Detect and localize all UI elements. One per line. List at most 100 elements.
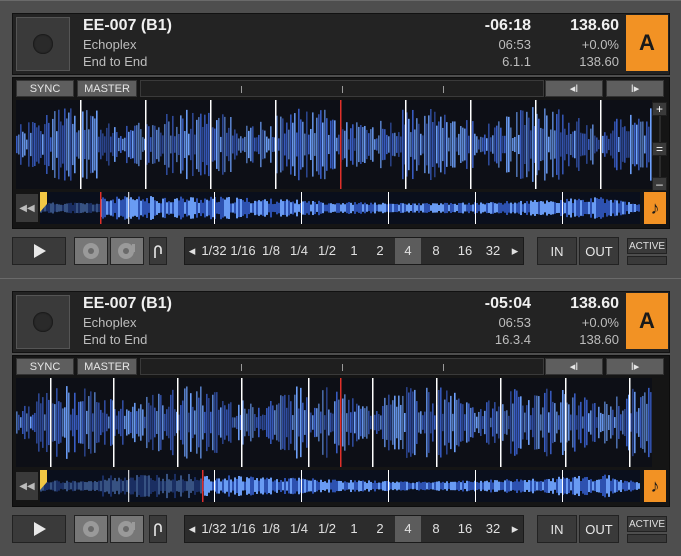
cover-placeholder-icon — [33, 312, 53, 332]
loop-size-1[interactable]: 1 — [341, 516, 367, 542]
zoom-in-button[interactable]: + — [652, 102, 667, 116]
loop-prev-button[interactable]: ◂ — [185, 516, 199, 542]
beatjump-back-button[interactable]: ◂I — [545, 80, 603, 97]
loop-active-button[interactable]: ACTIVE — [627, 238, 667, 254]
waveform-display[interactable] — [16, 378, 652, 467]
waveform-display[interactable] — [16, 100, 652, 189]
flux-button[interactable] — [149, 237, 167, 265]
master-button[interactable]: MASTER — [77, 358, 137, 375]
deck-letter[interactable]: A — [626, 15, 668, 71]
beat-marker — [113, 378, 115, 467]
grid-tick — [443, 364, 444, 371]
loop-size-1-16[interactable]: 1/16 — [229, 516, 257, 542]
cup-button[interactable] — [110, 237, 144, 265]
overview-beat-marker — [562, 192, 563, 224]
play-button[interactable] — [12, 237, 66, 265]
loop-size-2[interactable]: 2 — [367, 238, 393, 264]
overview-waveform[interactable] — [40, 192, 640, 224]
deck-letter[interactable]: A — [626, 293, 668, 349]
loop-out-button[interactable]: OUT — [579, 237, 619, 265]
beat-marker — [177, 378, 179, 467]
flux-button[interactable] — [149, 515, 167, 543]
loop-size-1-4[interactable]: 1/4 — [285, 516, 313, 542]
beatjump-forward-button[interactable]: I▸ — [606, 358, 664, 375]
loop-size-32[interactable]: 32 — [479, 516, 507, 542]
track-title: EE-007 (B1) — [83, 295, 172, 312]
beat-position: 6.1.1 — [502, 54, 531, 69]
cover-art[interactable] — [16, 295, 70, 349]
beat-marker — [405, 100, 407, 189]
beat-marker — [241, 378, 243, 467]
beatgrid-strip[interactable] — [140, 358, 544, 375]
grid-tick — [443, 86, 444, 93]
loop-size-8[interactable]: 8 — [423, 238, 449, 264]
loop-next-button[interactable]: ▸ — [507, 238, 523, 264]
loop-size-1-32[interactable]: 1/32 — [199, 516, 229, 542]
sync-button[interactable]: SYNC — [16, 358, 74, 375]
note-icon[interactable]: ♪ — [644, 470, 666, 502]
loop-size-1-16[interactable]: 1/16 — [229, 238, 257, 264]
loop-size-1-4[interactable]: 1/4 — [285, 238, 313, 264]
play-button[interactable] — [12, 515, 66, 543]
loop-size-bar: ◂ 1/32 1/16 1/8 1/4 1/2 1 2 4 8 16 32 ▸ — [184, 237, 524, 265]
loop-size-2[interactable]: 2 — [367, 516, 393, 542]
beat-marker — [470, 100, 472, 189]
overview-beat-marker — [388, 470, 389, 502]
overview-beat-marker — [214, 192, 215, 224]
loop-size-8[interactable]: 8 — [423, 516, 449, 542]
overview-beat-marker — [475, 470, 476, 502]
track-length: 06:53 — [498, 37, 531, 52]
rewind-icon[interactable]: ◀︎◀︎ — [16, 194, 38, 222]
loop-size-1-2[interactable]: 1/2 — [313, 516, 341, 542]
deck-a-top: EE-007 (B1) Echoplex End to End -06:18 0… — [0, 0, 681, 278]
beatgrid-strip[interactable] — [140, 80, 544, 97]
sync-button[interactable]: SYNC — [16, 80, 74, 97]
master-button[interactable]: MASTER — [77, 80, 137, 97]
beatjump-back-button[interactable]: ◂I — [545, 358, 603, 375]
zoom-reset-button[interactable]: = — [652, 142, 667, 156]
beat-marker — [210, 100, 212, 189]
loop-size-1[interactable]: 1 — [341, 238, 367, 264]
playhead-marker — [340, 378, 342, 467]
loop-size-1-8[interactable]: 1/8 — [257, 238, 285, 264]
cue-button[interactable] — [74, 515, 108, 543]
rewind-icon[interactable]: ◀︎◀︎ — [16, 472, 38, 500]
tempo-bpm: 138.60 — [570, 295, 619, 312]
loop-active-toggle[interactable] — [627, 256, 667, 265]
note-icon[interactable]: ♪ — [644, 192, 666, 224]
loop-size-16[interactable]: 16 — [451, 238, 479, 264]
loop-size-1-2[interactable]: 1/2 — [313, 238, 341, 264]
overview-waveform[interactable] — [40, 470, 640, 502]
cover-art[interactable] — [16, 17, 70, 71]
track-artist: Echoplex — [83, 37, 137, 52]
loop-active-button[interactable]: ACTIVE — [627, 516, 667, 532]
loop-active-toggle[interactable] — [627, 534, 667, 543]
zoom-out-button[interactable]: – — [652, 177, 667, 191]
remaining-time: -06:18 — [484, 17, 531, 34]
cup-button[interactable] — [110, 515, 144, 543]
beat-marker — [565, 378, 567, 467]
loop-size-1-8[interactable]: 1/8 — [257, 516, 285, 542]
cup-icon — [118, 243, 135, 259]
loop-out-button[interactable]: OUT — [579, 515, 619, 543]
loop-size-4[interactable]: 4 — [395, 516, 421, 542]
loop-size-16[interactable]: 16 — [451, 516, 479, 542]
beat-marker — [80, 100, 82, 189]
cue-button[interactable] — [74, 237, 108, 265]
pitch-percent: +0.0% — [581, 37, 619, 52]
beat-marker — [535, 100, 537, 189]
beatjump-forward-button[interactable]: I▸ — [606, 80, 664, 97]
loop-size-1-32[interactable]: 1/32 — [199, 238, 229, 264]
loop-in-button[interactable]: IN — [537, 515, 577, 543]
flux-icon — [154, 245, 162, 258]
loop-size-4[interactable]: 4 — [395, 238, 421, 264]
loop-prev-button[interactable]: ◂ — [185, 238, 199, 264]
beat-marker — [145, 100, 147, 189]
original-bpm: 138.60 — [579, 332, 619, 347]
loop-next-button[interactable]: ▸ — [507, 516, 523, 542]
loop-size-bar: ◂ 1/32 1/16 1/8 1/4 1/2 1 2 4 8 16 32 ▸ — [184, 515, 524, 543]
waveform-panel: SYNC MASTER ◂I I▸ + = – ◀︎◀︎ ♪ — [12, 77, 670, 229]
loop-in-button[interactable]: IN — [537, 237, 577, 265]
beat-marker — [275, 100, 277, 189]
loop-size-32[interactable]: 32 — [479, 238, 507, 264]
